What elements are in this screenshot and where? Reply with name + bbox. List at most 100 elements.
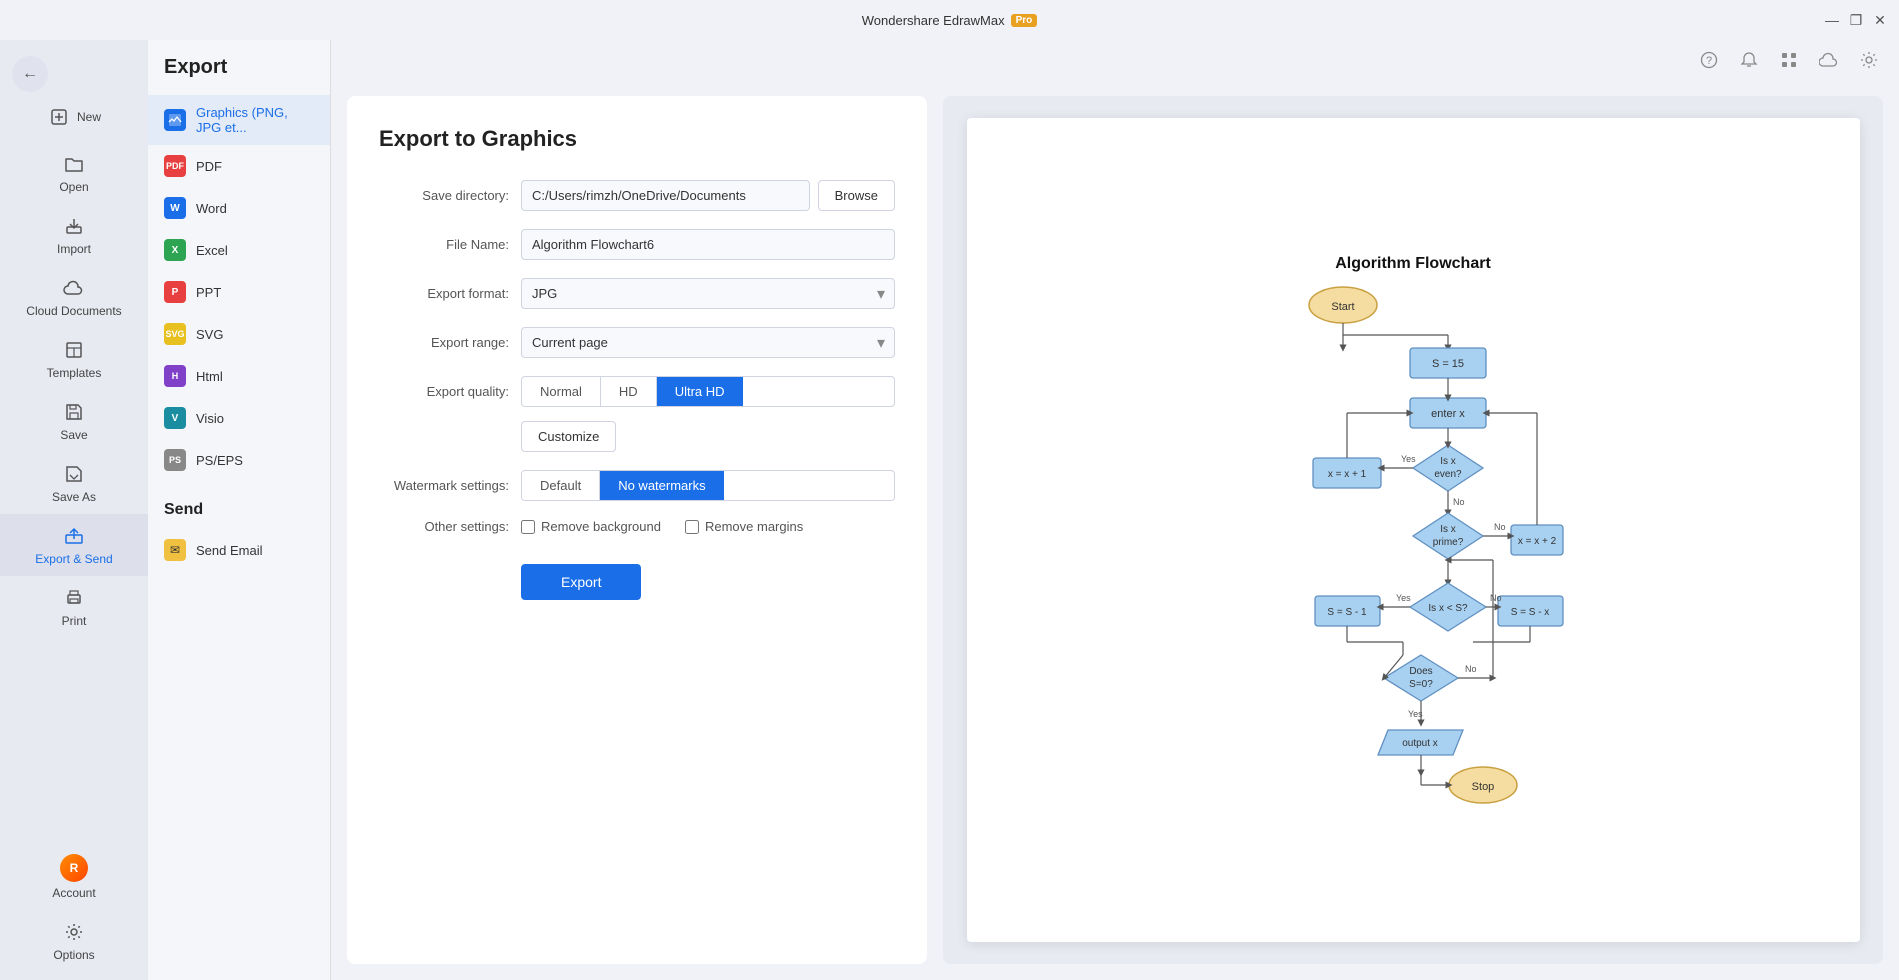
sidebar-title: Export	[148, 56, 330, 95]
svg-text:Start: Start	[1331, 301, 1354, 313]
save-directory-label: Save directory:	[379, 188, 509, 203]
export-quality-row: Export quality: Normal HD Ultra HD Custo…	[379, 376, 895, 452]
sidebar-label-graphics: Graphics (PNG, JPG et...	[196, 105, 314, 135]
notification-icon[interactable]	[1735, 46, 1763, 74]
sidebar-item-sendemail[interactable]: ✉ Send Email	[148, 529, 330, 571]
file-name-control	[521, 229, 895, 260]
checkbox-row: Remove background Remove margins	[521, 519, 895, 534]
svg-text:S = S - x: S = S - x	[1511, 607, 1550, 618]
watermark-control: Default No watermarks	[521, 470, 895, 501]
node-isxeven	[1413, 445, 1483, 491]
svg-text:Stop: Stop	[1472, 781, 1495, 793]
main-content: ? Export to Graphics Save directo	[331, 40, 1899, 980]
export-format-select[interactable]: JPG PNG BMP SVG	[521, 278, 895, 309]
sidebar-item-svg[interactable]: SVG SVG	[148, 313, 330, 355]
watermark-none-button[interactable]: No watermarks	[600, 471, 723, 500]
export-range-select[interactable]: Current page All pages Selection	[521, 327, 895, 358]
nav-label-print: Print	[62, 614, 87, 628]
quality-normal-button[interactable]: Normal	[522, 377, 601, 406]
export-form-panel: Export to Graphics Save directory: Brows…	[347, 96, 927, 964]
remove-bg-checkbox[interactable]	[521, 520, 535, 534]
nav-item-new[interactable]: New	[0, 92, 148, 142]
sidebar-item-graphics[interactable]: Graphics (PNG, JPG et...	[148, 95, 330, 145]
apps-icon[interactable]	[1775, 46, 1803, 74]
save-directory-control: Browse	[521, 180, 895, 211]
watermark-default-button[interactable]: Default	[522, 471, 600, 500]
quality-ultrahd-button[interactable]: Ultra HD	[657, 377, 743, 406]
back-button-area: ←	[0, 48, 148, 92]
pro-badge: Pro	[1011, 14, 1038, 27]
nav-item-print[interactable]: Print	[0, 576, 148, 638]
svg-text:output x: output x	[1402, 738, 1438, 749]
nav-item-saveas[interactable]: Save As	[0, 452, 148, 514]
quality-hd-button[interactable]: HD	[601, 377, 657, 406]
sidebar-label-word: Word	[196, 201, 227, 216]
node-isxprime	[1413, 513, 1483, 559]
sidebar-item-pseps[interactable]: PS PS/EPS	[148, 439, 330, 481]
flowchart-svg: Algorithm Flowchart Start S = 15	[1253, 240, 1573, 820]
html-icon: H	[164, 365, 186, 387]
watermark-row: Watermark settings: Default No watermark…	[379, 470, 895, 501]
remove-bg-checkbox-item[interactable]: Remove background	[521, 519, 661, 534]
svg-text:No: No	[1490, 593, 1502, 603]
file-name-label: File Name:	[379, 237, 509, 252]
cloud-toolbar-icon[interactable]	[1815, 46, 1843, 74]
nav-item-cloud[interactable]: Cloud Documents	[0, 266, 148, 328]
cloud-icon	[62, 276, 86, 300]
minimize-button[interactable]: —	[1825, 13, 1839, 27]
sidebar-item-visio[interactable]: V Visio	[148, 397, 330, 439]
chart-title: Algorithm Flowchart	[1335, 255, 1491, 272]
nav-item-account[interactable]: R Account	[0, 844, 148, 910]
svg-text:Is x: Is x	[1440, 524, 1456, 535]
nav-item-save[interactable]: Save	[0, 390, 148, 452]
app-name: Wondershare EdrawMax	[862, 13, 1005, 28]
sidebar-panel: Export Graphics (PNG, JPG et... PDF PDF …	[148, 40, 331, 980]
svg-text:Yes: Yes	[1408, 709, 1423, 719]
svg-text:Does: Does	[1409, 666, 1432, 677]
save-icon	[62, 400, 86, 424]
sidebar-item-word[interactable]: W Word	[148, 187, 330, 229]
nav-label-open: Open	[59, 180, 88, 194]
sidebar-item-excel[interactable]: X Excel	[148, 229, 330, 271]
export-format-control: JPG PNG BMP SVG	[521, 278, 895, 309]
remove-margins-checkbox-item[interactable]: Remove margins	[685, 519, 803, 534]
customize-button[interactable]: Customize	[521, 421, 616, 452]
nav-item-open[interactable]: Open	[0, 142, 148, 204]
save-directory-input[interactable]	[521, 180, 810, 211]
back-button[interactable]: ←	[12, 56, 48, 92]
help-icon[interactable]: ?	[1695, 46, 1723, 74]
print-icon	[62, 586, 86, 610]
node-doesS0	[1384, 655, 1458, 701]
settings-icon[interactable]	[1855, 46, 1883, 74]
close-button[interactable]: ✕	[1873, 13, 1887, 27]
maximize-button[interactable]: ❐	[1849, 13, 1863, 27]
nav-item-templates[interactable]: Templates	[0, 328, 148, 390]
remove-margins-checkbox[interactable]	[685, 520, 699, 534]
excel-icon: X	[164, 239, 186, 261]
export-button[interactable]: Export	[521, 564, 641, 600]
svg-text:No: No	[1494, 522, 1506, 532]
sidebar-item-html[interactable]: H Html	[148, 355, 330, 397]
ppt-icon: P	[164, 281, 186, 303]
avatar: R	[60, 854, 88, 882]
nav-item-options[interactable]: Options	[0, 910, 148, 972]
sidebar-label-visio: Visio	[196, 411, 224, 426]
left-nav: ← New Open Import Cloud Documents	[0, 40, 148, 980]
watermark-label: Watermark settings:	[379, 478, 509, 493]
nav-item-import[interactable]: Import	[0, 204, 148, 266]
svg-text:Is x < S?: Is x < S?	[1428, 603, 1468, 614]
svg-text:S = 15: S = 15	[1432, 358, 1464, 370]
sidebar-label-excel: Excel	[196, 243, 228, 258]
visio-icon: V	[164, 407, 186, 429]
browse-button[interactable]: Browse	[818, 180, 895, 211]
nav-label-saveas: Save As	[52, 490, 96, 504]
sidebar-item-ppt[interactable]: P PPT	[148, 271, 330, 313]
nav-label-templates: Templates	[47, 366, 102, 380]
svg-text:Yes: Yes	[1396, 593, 1411, 603]
nav-label-account: Account	[52, 886, 95, 900]
app-body: ← New Open Import Cloud Documents	[0, 40, 1899, 980]
nav-item-exportandsend[interactable]: Export & Send	[0, 514, 148, 576]
sidebar-item-pdf[interactable]: PDF PDF	[148, 145, 330, 187]
svg-text:Yes: Yes	[1401, 454, 1416, 464]
file-name-input[interactable]	[521, 229, 895, 260]
